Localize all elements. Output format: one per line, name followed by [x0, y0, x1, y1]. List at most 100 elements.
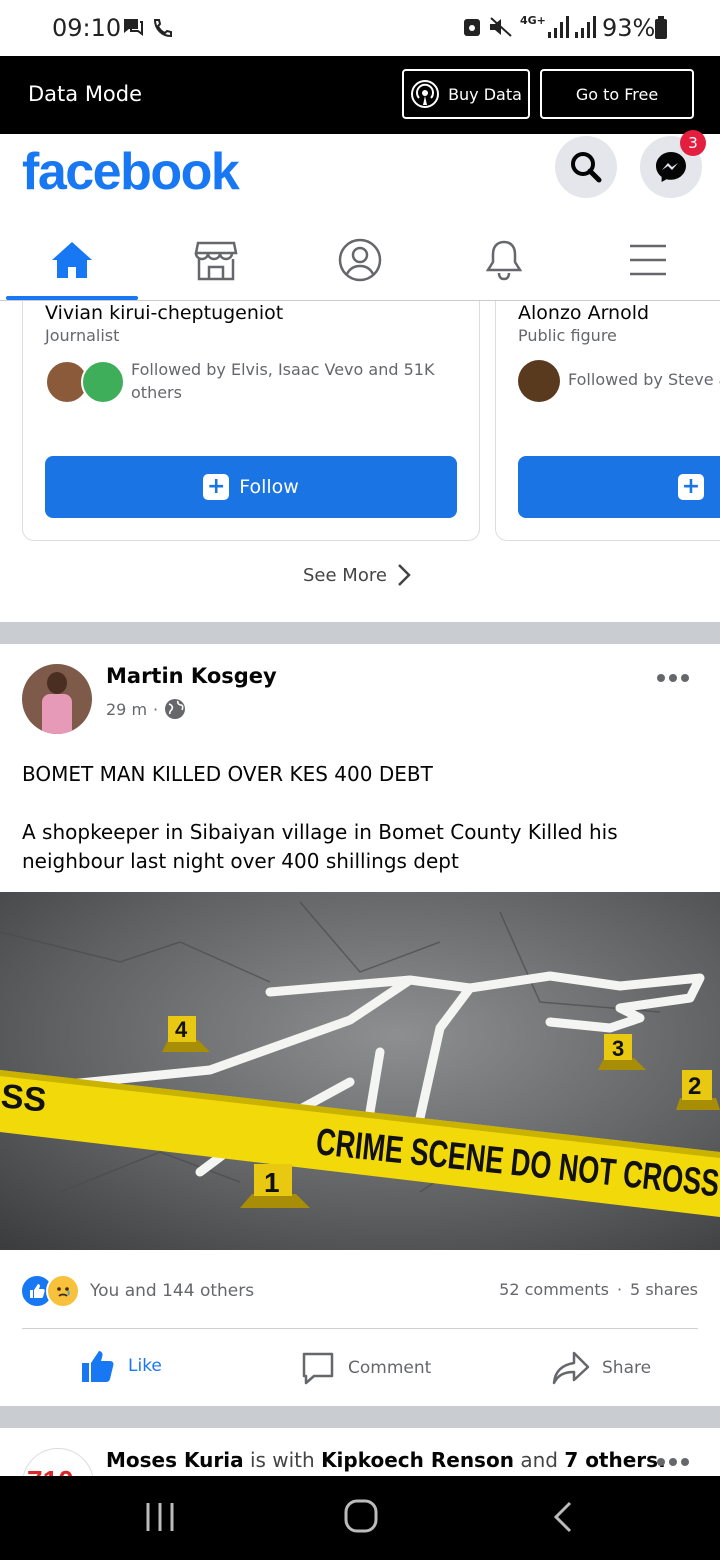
share-icon [552, 1350, 590, 1386]
post-divider [22, 1328, 698, 1329]
recents-icon [144, 1500, 176, 1534]
next-post-more-button[interactable] [656, 1456, 690, 1468]
system-navigation-bar [0, 1476, 720, 1560]
follow-button[interactable]: + Follow [45, 456, 457, 518]
next-post-header: Moses Kuria is with Kipkoech Renson and … [106, 1448, 666, 1472]
home-button[interactable] [343, 1498, 379, 1534]
svg-text:2: 2 [688, 1073, 701, 1100]
chat-notification-icon [122, 17, 144, 41]
more-icon [656, 1456, 690, 1468]
follow-label: Follow [239, 476, 299, 498]
data-mode-label: Data Mode [28, 82, 143, 106]
marketplace-icon [194, 239, 238, 281]
tab-menu[interactable] [576, 220, 720, 300]
share-label: Share [602, 1358, 652, 1378]
go-to-free-label: Go to Free [575, 84, 659, 104]
bell-icon [484, 238, 524, 282]
broadcast-icon [410, 79, 440, 109]
avatar [518, 360, 560, 402]
menu-icon [628, 243, 668, 277]
suggestion-subtitle: Journalist [45, 326, 120, 345]
post-time[interactable]: 29 m [106, 700, 147, 719]
tab-home[interactable] [0, 220, 144, 300]
active-tab-indicator [6, 296, 138, 300]
add-page-icon: + [203, 474, 230, 500]
feed-separator [0, 622, 720, 644]
thumbs-up-icon [80, 1348, 116, 1384]
battery-icon [654, 16, 668, 44]
back-button[interactable] [552, 1500, 574, 1534]
profile-icon [337, 237, 383, 283]
followed-by-text: Followed by Steve ar [568, 370, 720, 389]
buy-data-button[interactable]: Buy Data [402, 69, 530, 119]
post-headline: BOMET MAN KILLED OVER KES 400 DEBT [22, 762, 433, 786]
feed-separator [0, 1406, 720, 1428]
engagement-counts: 52 comments · 5 shares [499, 1280, 698, 1299]
like-label: Like [128, 1356, 162, 1376]
search-button[interactable] [555, 136, 617, 198]
post-image[interactable]: SS CRIME SCENE DO NOT CROSS 4 3 2 1 [0, 892, 720, 1250]
messenger-badge: 3 [680, 130, 706, 156]
tagged-others[interactable]: 7 others. [564, 1448, 665, 1472]
sad-reaction-icon [46, 1274, 80, 1308]
svg-text:4: 4 [175, 1017, 188, 1042]
tab-marketplace[interactable] [144, 220, 288, 300]
data-mode-bar: Data Mode Buy Data Go to Free [0, 56, 720, 134]
next-post-author[interactable]: Moses Kuria [106, 1448, 244, 1472]
crime-scene-image: SS CRIME SCENE DO NOT CROSS 4 3 2 1 [0, 892, 720, 1250]
and-text: and [520, 1448, 558, 1472]
next-post: 710 Moses Kuria is with Kipkoech Renson … [0, 1428, 720, 1476]
main-nav [0, 220, 720, 301]
status-bar: 09:10 4G+ 93% [0, 0, 720, 56]
author-avatar[interactable] [22, 664, 92, 734]
svg-text:3: 3 [612, 1036, 624, 1061]
see-more-link[interactable]: See More [303, 563, 411, 587]
reaction-count: You and 144 others [90, 1281, 255, 1301]
avatar [81, 360, 125, 404]
buy-data-label: Buy Data [448, 84, 522, 104]
mutual-followers-avatars [45, 360, 125, 404]
comment-button[interactable]: Comment [300, 1350, 431, 1386]
search-icon [568, 149, 604, 185]
globe-icon [164, 698, 186, 720]
tagged-person[interactable]: Kipkoech Renson [321, 1448, 514, 1472]
post-more-button[interactable] [656, 672, 690, 684]
call-forward-icon [152, 17, 174, 43]
suggestion-name[interactable]: Vivian kirui-cheptugeniot [45, 302, 283, 324]
recent-apps-button[interactable] [144, 1500, 176, 1534]
suggestion-subtitle: Public figure [518, 326, 617, 345]
share-count[interactable]: 5 shares [630, 1280, 698, 1299]
home-circle-icon [343, 1498, 379, 1534]
suggestion-card: Alonzo Arnold Public figure Followed by … [495, 301, 720, 541]
share-button[interactable]: Share [552, 1350, 651, 1386]
author-avatar[interactable]: 710 [22, 1448, 94, 1476]
tab-profile[interactable] [288, 220, 432, 300]
add-page-icon: + [678, 474, 704, 500]
tape-text-left: SS [0, 1077, 48, 1120]
suggestion-name[interactable]: Alonzo Arnold [518, 302, 649, 324]
see-more-label: See More [303, 564, 387, 586]
comment-label: Comment [348, 1358, 432, 1378]
comment-count[interactable]: 52 comments [499, 1280, 609, 1299]
followed-by-text: Followed by Elvis, Isaac Vevo and 51K ot… [131, 360, 435, 402]
post-body: A shopkeeper in Sibaiyan village in Bome… [22, 820, 618, 873]
messenger-button[interactable]: 3 [640, 130, 706, 198]
alarm-icon [462, 16, 482, 42]
suggestion-card: Vivian kirui-cheptugeniot Journalist Fol… [22, 301, 480, 541]
home-icon [50, 240, 94, 280]
tab-notifications[interactable] [432, 220, 576, 300]
reaction-summary[interactable]: You and 144 others [20, 1274, 254, 1308]
back-icon [552, 1500, 574, 1534]
post-author[interactable]: Martin Kosgey [106, 664, 277, 688]
comment-icon [300, 1350, 336, 1386]
status-time: 09:10 [52, 14, 122, 42]
facebook-logo[interactable]: facebook [22, 142, 240, 202]
chevron-right-icon [397, 563, 411, 587]
messenger-icon [653, 149, 689, 185]
follow-button[interactable]: + [518, 456, 720, 518]
people-suggestions: Vivian kirui-cheptugeniot Journalist Fol… [0, 301, 720, 621]
go-to-free-button[interactable]: Go to Free [540, 69, 694, 119]
mute-icon [488, 16, 514, 42]
signal-icon [546, 14, 598, 44]
like-button[interactable]: Like [80, 1348, 162, 1384]
